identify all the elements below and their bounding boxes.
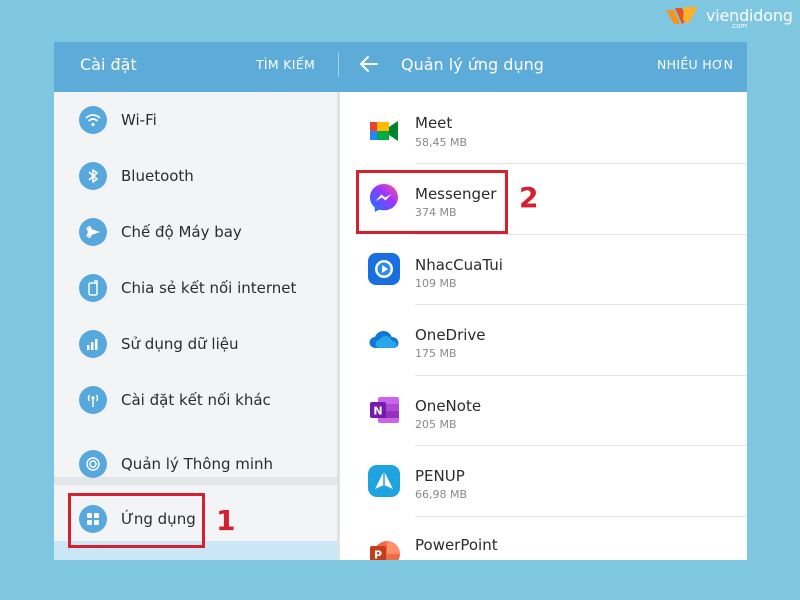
- settings-item-label: Cài đặt kết nối khác: [121, 391, 271, 409]
- app-size: 175 MB: [415, 347, 457, 360]
- highlight-box-messenger: [356, 170, 508, 234]
- smart-manager-icon: [79, 450, 107, 478]
- tablet-screen: Cài đặt TÌM KIẾM Quản lý ứng dụng NHIỀU …: [54, 42, 747, 560]
- bluetooth-icon: [79, 162, 107, 190]
- data-usage-icon: [79, 330, 107, 358]
- app-name: OneDrive: [415, 326, 486, 344]
- settings-item-label: Chế độ Máy bay: [121, 223, 242, 241]
- viendidong-logo-icon: [664, 4, 704, 28]
- settings-item-label: Chia sẻ kết nối internet: [121, 279, 297, 297]
- wifi-icon: [79, 106, 107, 134]
- brand-name: viendidong: [706, 6, 793, 25]
- app-size: 205 MB: [415, 418, 457, 431]
- app-size: 109 MB: [415, 277, 457, 290]
- onenote-icon: N: [367, 393, 401, 427]
- app-name: Meet: [415, 114, 453, 132]
- svg-text:P: P: [374, 549, 382, 561]
- brand-logo: viendidong: [664, 4, 793, 30]
- powerpoint-icon: P: [367, 537, 401, 560]
- header-bar: Cài đặt TÌM KIẾM Quản lý ứng dụng NHIỀU …: [54, 42, 747, 92]
- app-name: PENUP: [415, 467, 465, 485]
- airplane-icon: [79, 218, 107, 246]
- app-item-onedrive[interactable]: OneDrive 175 MB: [338, 304, 747, 374]
- settings-item-label: Wi-Fi: [121, 111, 157, 129]
- app-size: 66,98 MB: [415, 488, 468, 501]
- settings-item-data-usage[interactable]: Sử dụng dữ liệu: [54, 316, 338, 372]
- penup-icon: [367, 464, 401, 498]
- settings-item-airplane[interactable]: Chế độ Máy bay: [54, 204, 338, 260]
- app-name: NhacCuaTui: [415, 256, 503, 274]
- highlight-box-apps: [68, 493, 205, 548]
- onedrive-icon: [367, 323, 401, 357]
- app-name: OneNote: [415, 397, 482, 415]
- app-item-powerpoint[interactable]: P PowerPoint: [338, 516, 747, 560]
- settings-item-label: Bluetooth: [121, 167, 194, 185]
- settings-item-label: Quản lý Thông minh: [121, 455, 274, 473]
- app-size: 58,45 MB: [415, 136, 468, 149]
- settings-item-bluetooth[interactable]: Bluetooth: [54, 148, 338, 204]
- app-name: PowerPoint: [415, 536, 498, 554]
- search-button[interactable]: TÌM KIẾM: [256, 42, 315, 88]
- settings-item-wifi[interactable]: Wi-Fi: [54, 92, 338, 148]
- app-item-penup[interactable]: PENUP 66,98 MB: [338, 445, 747, 515]
- settings-item-more-connections[interactable]: Cài đặt kết nối khác: [54, 372, 338, 428]
- more-button[interactable]: NHIỀU HƠN: [657, 42, 733, 88]
- settings-title: Cài đặt: [80, 55, 137, 74]
- back-arrow-icon[interactable]: [360, 56, 378, 72]
- nhaccuatui-icon: [367, 252, 401, 286]
- svg-text:N: N: [373, 405, 382, 418]
- app-item-nhaccuatui[interactable]: NhacCuaTui 109 MB: [338, 234, 747, 304]
- app-item-meet[interactable]: Meet 58,45 MB: [338, 92, 747, 162]
- header-divider: [338, 53, 339, 77]
- meet-icon: [367, 114, 401, 148]
- app-manager-title: Quản lý ứng dụng: [401, 55, 544, 74]
- settings-item-label: Sử dụng dữ liệu: [121, 335, 239, 353]
- more-connections-icon: [79, 386, 107, 414]
- tethering-icon: [79, 274, 107, 302]
- brand-domain: .com: [730, 22, 748, 30]
- step-number-1: 1: [216, 504, 236, 537]
- step-number-2: 2: [519, 181, 539, 214]
- settings-item-smart-manager[interactable]: Quản lý Thông minh: [54, 436, 338, 492]
- app-item-onenote[interactable]: N OneNote 205 MB: [338, 375, 747, 445]
- settings-item-tethering[interactable]: Chia sẻ kết nối internet: [54, 260, 338, 316]
